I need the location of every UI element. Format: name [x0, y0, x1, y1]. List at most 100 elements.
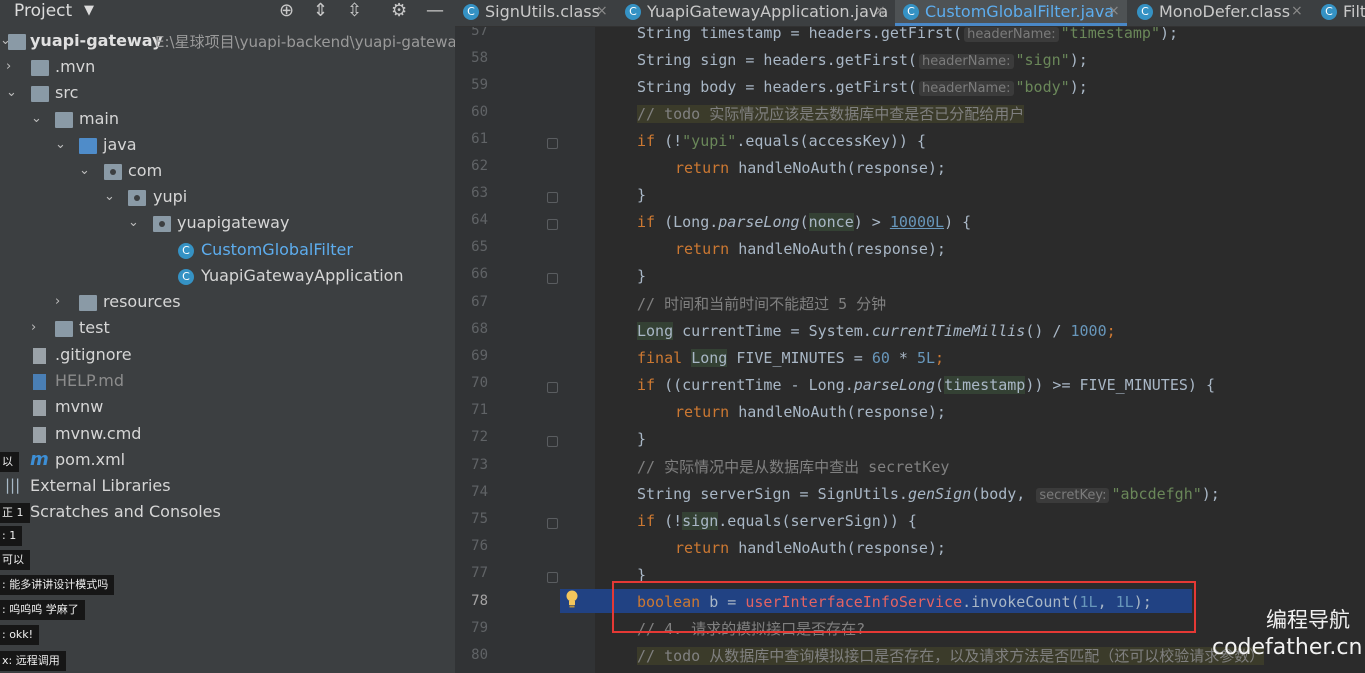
- tab-monodefer[interactable]: C MonoDefer.class ×: [1129, 0, 1311, 26]
- fold-marker[interactable]: [547, 382, 558, 393]
- code-line: // todo 实际情况应该是去数据库中查是否已分配给用户: [637, 105, 1025, 123]
- line-number: 58: [471, 50, 488, 66]
- class-icon: C: [1321, 4, 1337, 20]
- code-line: if (!sign.equals(serverSign)) {: [637, 512, 917, 530]
- folder-icon: [31, 86, 49, 102]
- close-icon[interactable]: ×: [596, 3, 608, 19]
- expand-all-icon[interactable]: ⇕: [313, 0, 328, 21]
- line-number: 63: [471, 185, 488, 201]
- chevron-down-icon[interactable]: ⌄: [79, 163, 90, 178]
- tree-item-mvnw[interactable]: mvnw: [0, 396, 455, 422]
- tree-item-com[interactable]: ⌄ com: [0, 160, 455, 186]
- code-editor[interactable]: 57 58 59 60 61 62 63 64 65 66 67 68 69 7…: [455, 27, 1365, 673]
- gear-icon[interactable]: ⚙: [391, 0, 407, 21]
- tab-filter[interactable]: C Filte: [1313, 0, 1365, 26]
- tree-item-yupi[interactable]: ⌄ yupi: [0, 186, 455, 212]
- tab-label: CustomGlobalFilter.java: [925, 2, 1115, 21]
- minimize-icon[interactable]: —: [426, 0, 444, 21]
- line-number: 76: [471, 538, 488, 554]
- tree-item-label: com: [128, 161, 163, 180]
- tree-item-label: yuapigateway: [177, 213, 290, 232]
- line-number: 74: [471, 484, 488, 500]
- tree-item-label: External Libraries: [30, 476, 171, 495]
- tree-item-pom-xml[interactable]: m pom.xml: [0, 449, 455, 475]
- chevron-right-icon[interactable]: ›: [6, 59, 11, 74]
- tree-item-mvnw-cmd[interactable]: mvnw.cmd: [0, 423, 455, 449]
- chat-message: : 呜呜呜 学麻了: [0, 600, 85, 620]
- tree-item-gitignore[interactable]: .gitignore: [0, 344, 455, 370]
- code-line: String serverSign = SignUtils.genSign(bo…: [637, 485, 1220, 503]
- line-number: 79: [471, 620, 488, 636]
- chevron-down-icon[interactable]: ⌄: [104, 189, 115, 204]
- tree-root[interactable]: ⌄ yuapi-gateway E:\星球项目\yuapi-backend\yu…: [0, 30, 455, 56]
- lightbulb-icon[interactable]: [565, 590, 579, 608]
- line-number: 61: [471, 131, 488, 147]
- project-panel-title[interactable]: Project: [14, 1, 72, 21]
- code-line: if (Long.parseLong(nonce) > 10000L) {: [637, 213, 972, 231]
- highlight-box: [612, 581, 1196, 633]
- markdown-icon: [33, 374, 46, 390]
- close-icon[interactable]: ×: [1291, 3, 1303, 19]
- line-number: 67: [471, 294, 488, 310]
- tree-item-external-libraries[interactable]: ||| External Libraries: [0, 475, 455, 501]
- tree-item-label: src: [55, 83, 79, 102]
- fold-marker[interactable]: [547, 572, 558, 583]
- fold-marker[interactable]: [547, 138, 558, 149]
- tab-signutils[interactable]: C SignUtils.class ×: [455, 0, 615, 26]
- chevron-down-icon[interactable]: ▼: [84, 3, 94, 18]
- watermark-title: 编程导航: [1266, 608, 1350, 632]
- tree-item-label: CustomGlobalFilter: [201, 240, 353, 259]
- collapse-all-icon[interactable]: ⇳: [347, 0, 362, 21]
- tree-item-label: main: [79, 109, 119, 128]
- package-icon: [128, 190, 146, 206]
- resources-folder-icon: [79, 295, 97, 311]
- tree-item-src[interactable]: ⌄ src: [0, 82, 455, 108]
- chevron-right-icon[interactable]: ›: [31, 320, 36, 335]
- locate-icon[interactable]: ⊕: [279, 0, 294, 21]
- tree-item-yuapigatewayapplication[interactable]: C YuapiGatewayApplication: [0, 265, 455, 291]
- tree-item-yuapigateway[interactable]: ⌄ yuapigateway: [0, 212, 455, 238]
- chat-message: 可以: [0, 550, 30, 570]
- code-line: }: [637, 267, 647, 285]
- chevron-down-icon[interactable]: ⌄: [6, 85, 17, 100]
- tree-item-label: yupi: [153, 187, 188, 206]
- close-icon[interactable]: ×: [1108, 3, 1120, 19]
- tree-item-label: resources: [103, 292, 181, 311]
- tab-yuapigatewayapplication[interactable]: C YuapiGatewayApplication.java ×: [617, 0, 893, 26]
- folder-icon: [55, 321, 73, 337]
- line-number: 64: [471, 212, 488, 228]
- code-line: String sign = headers.getFirst(headerNam…: [637, 51, 1088, 69]
- fold-marker[interactable]: [547, 219, 558, 230]
- class-icon: C: [1137, 4, 1153, 20]
- tree-item-resources[interactable]: › resources: [0, 291, 455, 317]
- line-number: 57: [471, 27, 488, 39]
- tree-item-java[interactable]: ⌄ java: [0, 134, 455, 160]
- fold-marker[interactable]: [547, 192, 558, 203]
- tree-item-label: .gitignore: [55, 345, 132, 364]
- fold-marker[interactable]: [547, 436, 558, 447]
- tree-item-customglobalfilter[interactable]: C CustomGlobalFilter: [0, 239, 455, 265]
- tree-item-scratches[interactable]: Scratches and Consoles: [0, 501, 455, 527]
- chevron-down-icon[interactable]: ⌄: [31, 111, 42, 126]
- tree-item-mvn[interactable]: › .mvn: [0, 56, 455, 82]
- tree-item-main[interactable]: ⌄ main: [0, 108, 455, 134]
- code-line: Long currentTime = System.currentTimeMil…: [637, 322, 1116, 340]
- tree-item-test[interactable]: › test: [0, 317, 455, 343]
- tree-item-help-md[interactable]: HELP.md: [0, 370, 455, 396]
- chevron-down-icon[interactable]: ⌄: [128, 215, 139, 230]
- module-folder-icon: [8, 34, 26, 50]
- code-line: return handleNoAuth(response);: [675, 539, 946, 557]
- fold-marker[interactable]: [547, 273, 558, 284]
- line-number: 72: [471, 429, 488, 445]
- chevron-down-icon[interactable]: ⌄: [55, 137, 66, 152]
- class-icon: C: [903, 4, 919, 20]
- close-icon[interactable]: ×: [874, 3, 886, 19]
- line-number: 75: [471, 511, 488, 527]
- package-icon: [104, 164, 122, 180]
- editor-tabs: C SignUtils.class × C YuapiGatewayApplic…: [455, 0, 1365, 27]
- code-line: return handleNoAuth(response);: [675, 403, 946, 421]
- tab-customglobalfilter[interactable]: C CustomGlobalFilter.java ×: [895, 0, 1127, 26]
- project-panel: Project ▼ ⊕ ⇕ ⇳ ⚙ — ⌄ yuapi-gateway E:\星…: [0, 0, 455, 673]
- fold-marker[interactable]: [547, 518, 558, 529]
- chevron-right-icon[interactable]: ›: [55, 294, 60, 309]
